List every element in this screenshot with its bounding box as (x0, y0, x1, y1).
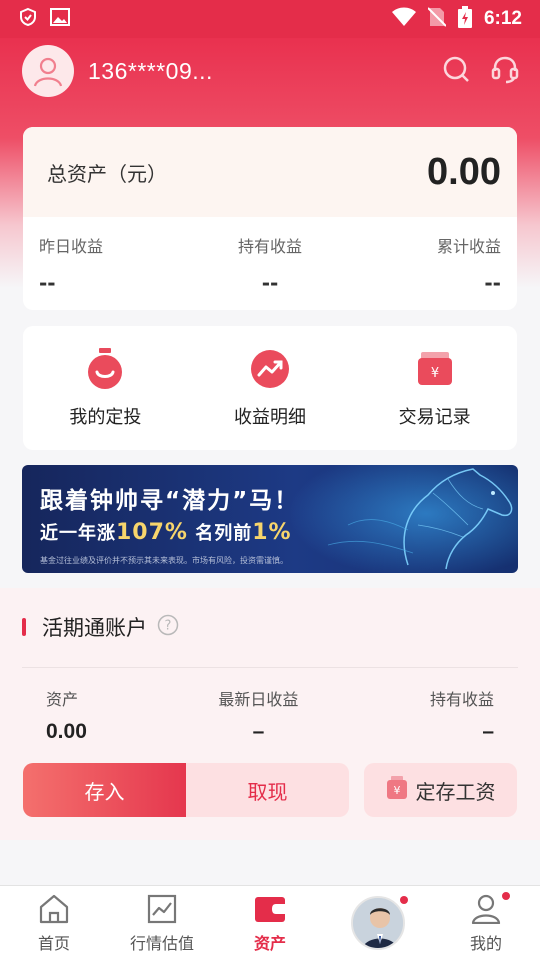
status-time: 6:12 (483, 8, 522, 29)
wallet-icon: ¥ (413, 347, 457, 391)
banner-sub-middle: 名列前 (195, 523, 253, 544)
shortcut-card: 我的定投 收益明细 ¥ 交易记录 (23, 326, 517, 450)
account-asset: 资产 0.00 (46, 686, 87, 744)
customer-service-icon[interactable] (490, 54, 520, 88)
shortcut-label: 收益明细 (233, 407, 306, 428)
account-latest-earnings: 最新日收益 – (218, 686, 298, 744)
notification-dot (502, 892, 510, 900)
shortcut-earnings-detail[interactable]: 收益明细 (200, 347, 340, 429)
shortcut-label: 我的定投 (69, 407, 142, 428)
user-phone[interactable]: 136****09... (88, 58, 442, 85)
money-bag-icon: ¥ (386, 776, 408, 804)
stat-label: 持有收益 (237, 237, 302, 256)
current-account-section: 活期通账户 ? 资产 0.00 最新日收益 – 持有收益 – 存入 取现 ¥ 定… (0, 588, 540, 840)
bottom-tab-bar: 首页 行情估值 资产 我的 (0, 885, 540, 960)
stat-value: -- (39, 271, 56, 295)
horse-illustration (288, 465, 518, 573)
current-account-title: 活期通账户 (42, 616, 147, 640)
deposit-withdraw-group: 存入 取现 (23, 763, 349, 817)
section-marker (22, 618, 26, 636)
timer-icon (83, 347, 127, 391)
tab-label: 行情估值 (129, 934, 194, 953)
svg-text:¥: ¥ (393, 784, 400, 797)
svg-text:¥: ¥ (431, 366, 439, 381)
status-bar: 6:12 (0, 0, 540, 38)
stat-value: -- (261, 271, 279, 295)
salary-savings-label: 定存工资 (415, 779, 496, 804)
stat-label: 最新日收益 (218, 690, 299, 709)
stat-value: – (252, 720, 265, 743)
stat-label: 持有收益 (429, 690, 494, 709)
shortcut-transaction-records[interactable]: ¥ 交易记录 (365, 347, 505, 429)
wifi-icon (391, 7, 416, 31)
stat-value: 0.00 (46, 720, 87, 743)
deposit-button[interactable]: 存入 (23, 763, 186, 817)
tab-label: 我的 (469, 934, 502, 953)
promo-banner[interactable]: 跟着钟帅寻“潜力”马！ 近一年涨107% 名列前1% 基金过往业绩及评价并不预示… (22, 465, 518, 573)
total-assets-card[interactable]: 总资产（元） 0.00 昨日收益 -- 持有收益 -- 累计收益 -- (23, 127, 517, 310)
notification-dot (400, 896, 408, 904)
tab-mine[interactable]: 我的 (436, 892, 536, 954)
stat-label: 累计收益 (436, 237, 501, 256)
banner-disclaimer: 基金过往业绩及评价并不预示其未来表现。市场有风险，投资需谨慎。 (40, 556, 288, 565)
tab-home[interactable]: 首页 (4, 892, 104, 954)
withdraw-button[interactable]: 取现 (186, 763, 349, 817)
shortcut-my-investment-plan[interactable]: 我的定投 (35, 347, 175, 429)
stat-value: – (482, 720, 494, 743)
divider (22, 667, 518, 668)
trend-up-icon (248, 347, 292, 391)
banner-title: 跟着钟帅寻“潜力”马！ (40, 488, 300, 514)
stat-label: 资产 (46, 690, 79, 709)
shield-check-icon (18, 7, 38, 31)
tab-label: 资产 (253, 934, 286, 953)
battery-charging-icon (457, 6, 472, 32)
banner-subtitle: 近一年涨107% 名列前1% (40, 519, 292, 545)
stat-value: -- (484, 271, 501, 295)
total-assets-title: 总资产（元） (47, 161, 167, 186)
banner-highlight: 1% (252, 520, 292, 545)
image-icon (50, 8, 70, 30)
tab-advisor[interactable] (328, 896, 428, 950)
yesterday-earnings: 昨日收益 -- (39, 233, 103, 295)
svg-text:?: ? (165, 619, 172, 634)
tab-label: 首页 (37, 934, 70, 953)
user-header: 136****09... (22, 44, 520, 98)
chart-icon (147, 892, 177, 926)
search-icon[interactable] (442, 55, 470, 87)
cumulative-earnings: 累计收益 -- (437, 233, 501, 295)
no-sim-icon (427, 7, 447, 31)
holding-earnings: 持有收益 -- (238, 233, 302, 295)
wallet-icon (254, 892, 286, 926)
stat-label: 昨日收益 (39, 237, 104, 256)
person-icon (470, 892, 510, 926)
home-icon (38, 892, 70, 926)
total-assets-value: 0.00 (427, 150, 501, 193)
banner-sub-prefix: 近一年涨 (40, 523, 116, 544)
tab-market-valuation[interactable]: 行情估值 (112, 892, 212, 954)
avatar[interactable] (22, 45, 74, 97)
salary-savings-button[interactable]: ¥ 定存工资 (364, 763, 517, 817)
tab-assets[interactable]: 资产 (220, 892, 320, 954)
advisor-avatar (351, 896, 405, 950)
account-holding-earnings: 持有收益 – (430, 686, 494, 744)
shortcut-label: 交易记录 (398, 407, 471, 428)
banner-highlight: 107% (116, 520, 188, 545)
help-icon[interactable]: ? (157, 614, 179, 640)
